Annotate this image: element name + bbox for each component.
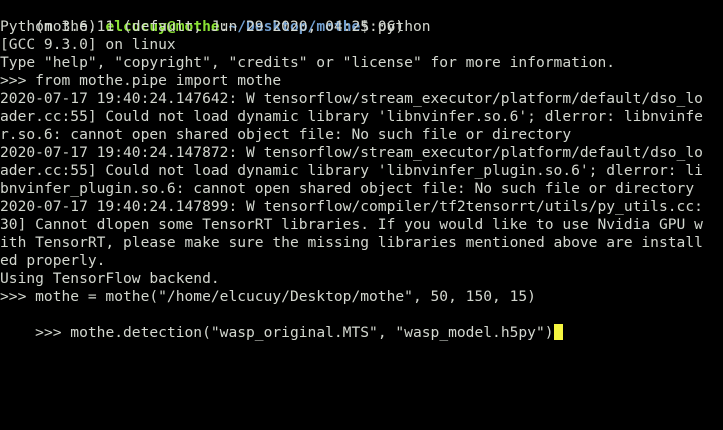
output-line: Using TensorFlow backend. [0,270,220,287]
output-line: [GCC 9.3.0] on linux [0,36,176,53]
output-line: ader.cc:55] Could not load dynamic libra… [0,162,703,179]
current-input-line[interactable]: >>> mothe.detection("wasp_original.MTS",… [0,306,563,341]
shell-prompt-line: (mothe) elcucuy@mothe:~/Desktop/mothe$ p… [0,0,430,35]
output-line: ader.cc:55] Could not load dynamic libra… [0,108,703,125]
output-line: 2020-07-17 19:40:24.147642: W tensorflow… [0,90,703,107]
output-line: 30] Cannot dlopen some TensorRT librarie… [0,216,703,233]
terminal-window[interactable]: (mothe) elcucuy@mothe:~/Desktop/mothe$ p… [0,0,723,430]
output-line: r.so.6: cannot open shared object file: … [0,126,572,143]
output-line: 2020-07-17 19:40:24.147872: W tensorflow… [0,144,703,161]
output-line: Type "help", "copyright", "credits" or "… [0,54,616,71]
output-line: >>> mothe = mothe("/home/elcucuy/Desktop… [0,288,536,305]
output-line: ith TensorRT, please make sure the missi… [0,234,703,251]
output-line: bnvinfer_plugin.so.6: cannot open shared… [0,180,695,197]
current-input-text[interactable]: >>> mothe.detection("wasp_original.MTS",… [35,324,553,341]
output-line: 2020-07-17 19:40:24.147899: W tensorflow… [0,198,703,215]
output-line: >>> from mothe.pipe import mothe [0,72,282,89]
output-line: Python 3.6.11 (default, Jun 29 2020, 04:… [0,18,405,35]
output-line: ed properly. [0,252,106,269]
text-cursor [553,324,563,340]
